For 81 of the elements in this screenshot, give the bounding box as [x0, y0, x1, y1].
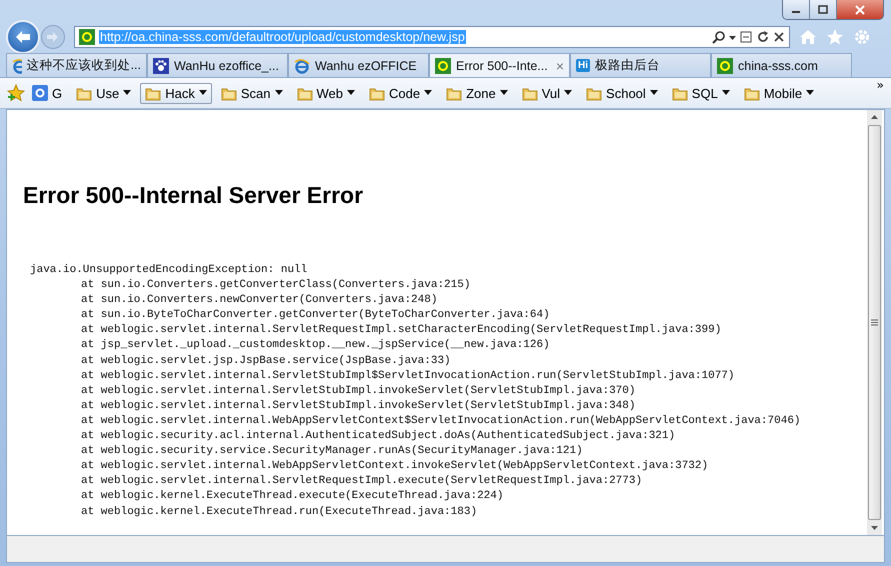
stack-frame: at sun.io.ByteToCharConverter.getConverter(ByteToCharConverter.java:64)	[30, 308, 867, 324]
stop-icon[interactable]	[773, 31, 785, 43]
back-button[interactable]	[6, 20, 40, 54]
folder-icon	[586, 86, 602, 100]
favorites-folder[interactable]: Web	[292, 82, 360, 104]
favorites-folder[interactable]: Mobile	[738, 82, 820, 104]
favorites-folder[interactable]: Scan	[216, 82, 288, 104]
favorites-folder[interactable]: Code	[364, 82, 438, 104]
folder-icon	[446, 86, 462, 100]
stack-frame: at weblogic.servlet.internal.WebAppServletContext$ServletInvocationAction.run(WebAppServletContext.java:7046)	[30, 414, 867, 430]
favorite-link[interactable]: G	[27, 82, 68, 104]
tab-badge: Hi	[576, 59, 590, 72]
favorites-folder[interactable]: Hack	[140, 82, 212, 104]
folder-icon	[672, 86, 688, 100]
close-button[interactable]	[837, 0, 883, 19]
add-favorite-icon[interactable]	[7, 84, 25, 102]
favorites-folder[interactable]: School	[581, 82, 663, 104]
google-icon	[32, 85, 48, 101]
ie-icon	[294, 58, 310, 74]
folder-icon	[522, 86, 538, 100]
favorites-folder[interactable]: Use	[71, 82, 136, 104]
site-icon	[435, 58, 451, 74]
exception-line: java.io.UnsupportedEncodingException: null	[30, 263, 308, 278]
refresh-icon[interactable]	[756, 30, 770, 44]
close-tab-button[interactable]: ×	[556, 58, 564, 74]
grip-icon	[871, 319, 878, 326]
caret-icon	[123, 90, 132, 96]
scroll-thumb[interactable]	[868, 125, 881, 520]
stack-frame: at weblogic.servlet.internal.ServletRequestImpl.execute(ServletRequestImpl.java:2773)	[30, 474, 867, 490]
browser-tab[interactable]: Error 500--Inte... ×	[429, 53, 570, 77]
caret-icon	[722, 90, 730, 96]
stack-frame: at jsp_servlet._upload._customdesktop.__new._jspService(__new.java:126)	[30, 338, 867, 354]
favorites-star-icon[interactable]	[826, 28, 844, 46]
browser-tab[interactable]: Hi 极路由后台	[570, 53, 711, 77]
caret-icon	[347, 90, 356, 96]
caret-icon	[274, 90, 283, 96]
browser-tab[interactable]: Wanhu ezOFFICE	[288, 53, 429, 77]
browser-tab[interactable]: WanHu ezoffice_...	[147, 53, 288, 77]
close-icon	[854, 4, 866, 14]
stack-frame: at weblogic.security.acl.internal.AuthenticatedSubject.doAs(AuthenticatedSubject.java:321)	[30, 429, 867, 444]
folder-icon	[76, 86, 92, 100]
folder-icon	[744, 86, 760, 100]
back-arrow-icon	[15, 30, 31, 44]
minimize-button[interactable]	[783, 0, 810, 19]
error-heading: Error 500--Internal Server Error	[23, 182, 364, 209]
scrollbar[interactable]	[867, 110, 882, 535]
forward-arrow-icon	[47, 32, 59, 42]
stack-frame: at weblogic.servlet.jsp.JspBase.service(JspBase.java:33)	[30, 354, 867, 369]
caret-icon	[650, 90, 658, 96]
stack-frame: at sun.io.Converters.getConverterClass(Converters.java:215)	[30, 278, 867, 294]
stack-frame: at weblogic.servlet.internal.ServletStubImpl$ServletInvocationAction.run(ServletStubImpl.java:1077)	[30, 368, 867, 384]
caret-icon	[500, 90, 508, 96]
folder-icon	[220, 86, 237, 100]
favorites-folder[interactable]: Vul	[516, 82, 578, 104]
folder-icon	[369, 86, 386, 100]
caret-icon	[198, 90, 207, 96]
more-favorites-button[interactable]: »	[876, 78, 884, 92]
paw-icon	[153, 58, 169, 74]
folder-icon	[296, 86, 313, 100]
stack-frame: at weblogic.servlet.internal.ServletStubImpl.invokeServlet(ServletStubImpl.java:348)	[30, 398, 867, 414]
browser-tab[interactable]: china-sss.com	[711, 53, 852, 77]
ie-icon	[12, 58, 22, 74]
stack-frame: at sun.io.Converters.newConverter(Converters.java:248)	[30, 293, 867, 308]
favorites-folder[interactable]: Zone	[441, 82, 513, 104]
caret-icon	[806, 90, 814, 96]
site-icon	[717, 58, 733, 74]
stack-frame: at weblogic.kernel.ExecuteThread.run(ExecuteThread.java:183)	[30, 504, 867, 520]
stack-frame: at weblogic.servlet.internal.ServletStubImpl.invokeServlet(ServletStubImpl.java:370)	[30, 384, 867, 399]
stack-frame: at weblogic.servlet.internal.WebAppServletContext.invokeServlet(WebAppServletContext.java:3732)	[30, 459, 867, 474]
site-icon	[79, 29, 95, 45]
maximize-icon	[818, 5, 828, 14]
stack-frame: at weblogic.servlet.internal.ServletRequestImpl.setCharacterEncoding(ServletRequestImpl.java:399)	[30, 323, 867, 338]
stack-frame: at weblogic.kernel.ExecuteThread.execute(ExecuteThread.java:224)	[30, 489, 867, 504]
browser-tab[interactable]: 这种不应该收到处...	[6, 53, 147, 77]
stack-frame: at weblogic.security.service.SecurityManager.runAs(SecurityManager.java:121)	[30, 444, 867, 460]
caret-icon	[424, 90, 432, 96]
folder-icon	[145, 86, 162, 100]
search-icon[interactable]	[712, 30, 726, 44]
maximize-button[interactable]	[810, 0, 837, 19]
caret-icon	[564, 90, 572, 96]
favorites-folder[interactable]: SQL	[666, 82, 735, 104]
